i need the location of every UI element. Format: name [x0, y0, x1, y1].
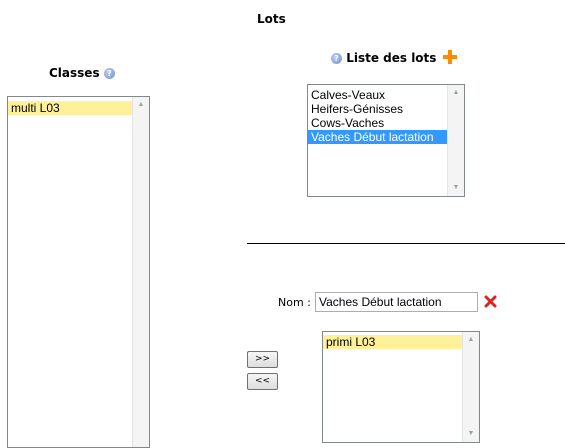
list-item[interactable]: primi L03: [323, 335, 462, 349]
list-item[interactable]: multi L03: [8, 101, 133, 115]
name-input[interactable]: [315, 292, 478, 312]
move-left-button[interactable]: <<: [247, 373, 278, 390]
close-icon[interactable]: [484, 293, 497, 312]
lots-listbox[interactable]: Calves-Veaux Heifers-Génisses Cows-Vaches V…: [307, 84, 465, 197]
classes-listbox[interactable]: multi L03 ▲: [7, 96, 150, 448]
list-item[interactable]: Vaches Début lactation: [308, 130, 447, 144]
lots-heading-label: Liste des lots: [346, 51, 437, 65]
classes-heading-label: Classes: [49, 66, 100, 80]
move-right-button[interactable]: >>: [247, 351, 278, 368]
scroll-up-arrow-icon[interactable]: ▲: [448, 86, 464, 100]
lots-heading: ? Liste des lots: [331, 50, 457, 67]
plus-icon[interactable]: [442, 50, 457, 67]
section-divider: [247, 243, 565, 244]
scroll-up-arrow-icon[interactable]: ▲: [463, 333, 479, 347]
list-item[interactable]: Cows-Vaches: [308, 116, 447, 130]
lots-scrollbar[interactable]: ▲ ▼: [447, 85, 464, 196]
help-icon[interactable]: ?: [103, 68, 115, 79]
help-icon[interactable]: ?: [331, 53, 342, 64]
page-title: Lots: [257, 12, 286, 26]
list-item[interactable]: Heifers-Génisses: [308, 102, 447, 116]
scroll-down-arrow-icon[interactable]: ▼: [448, 181, 464, 195]
scroll-up-arrow-icon[interactable]: ▲: [133, 98, 149, 112]
classes-scrollbar[interactable]: ▲: [132, 97, 149, 447]
name-label: Nom :: [278, 296, 311, 309]
assigned-scrollbar[interactable]: ▲ ▼: [462, 332, 479, 442]
scroll-down-arrow-icon[interactable]: ▼: [463, 427, 479, 441]
classes-heading: Classes ?: [49, 66, 115, 80]
list-item[interactable]: Calves-Veaux: [308, 88, 447, 102]
assigned-classes-listbox[interactable]: primi L03 ▲ ▼: [322, 331, 480, 443]
